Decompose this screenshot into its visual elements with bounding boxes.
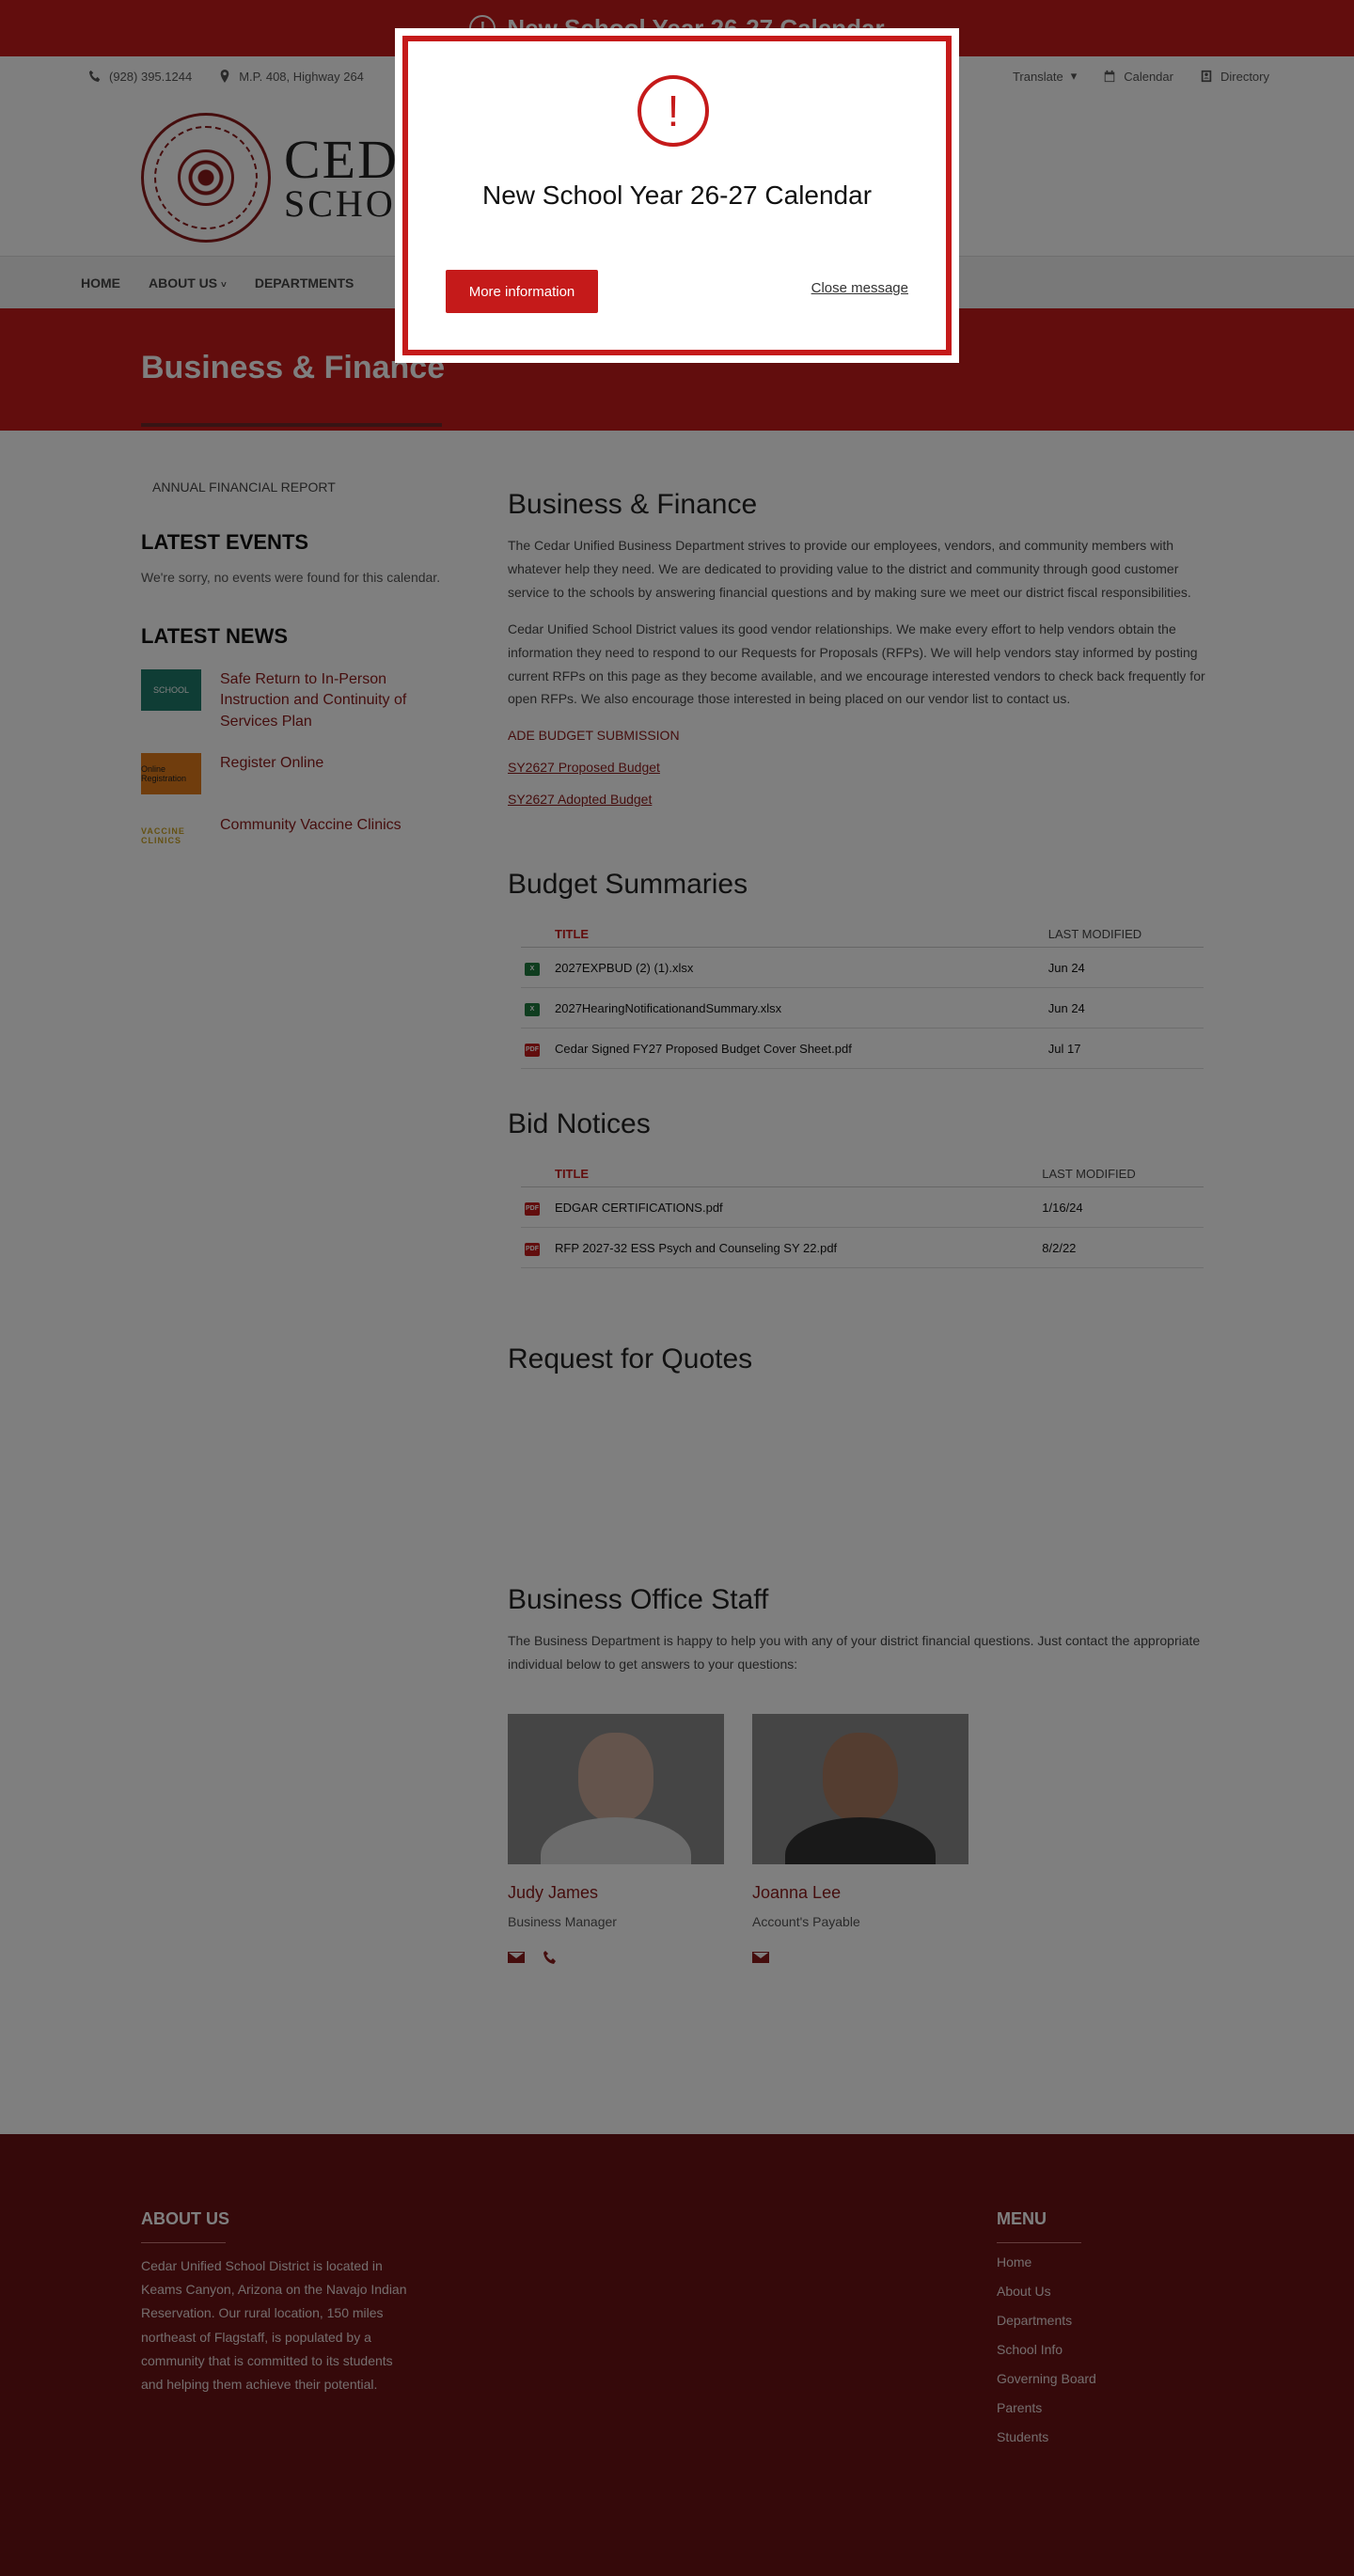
modal-title: New School Year 26-27 Calendar: [481, 181, 873, 210]
more-information-button[interactable]: More information: [446, 270, 598, 313]
exclamation-icon: !: [638, 75, 709, 147]
alert-modal: ! New School Year 26-27 Calendar More in…: [395, 28, 959, 363]
modal-backdrop[interactable]: [0, 0, 1354, 2576]
close-message-link[interactable]: Close message: [811, 280, 908, 296]
